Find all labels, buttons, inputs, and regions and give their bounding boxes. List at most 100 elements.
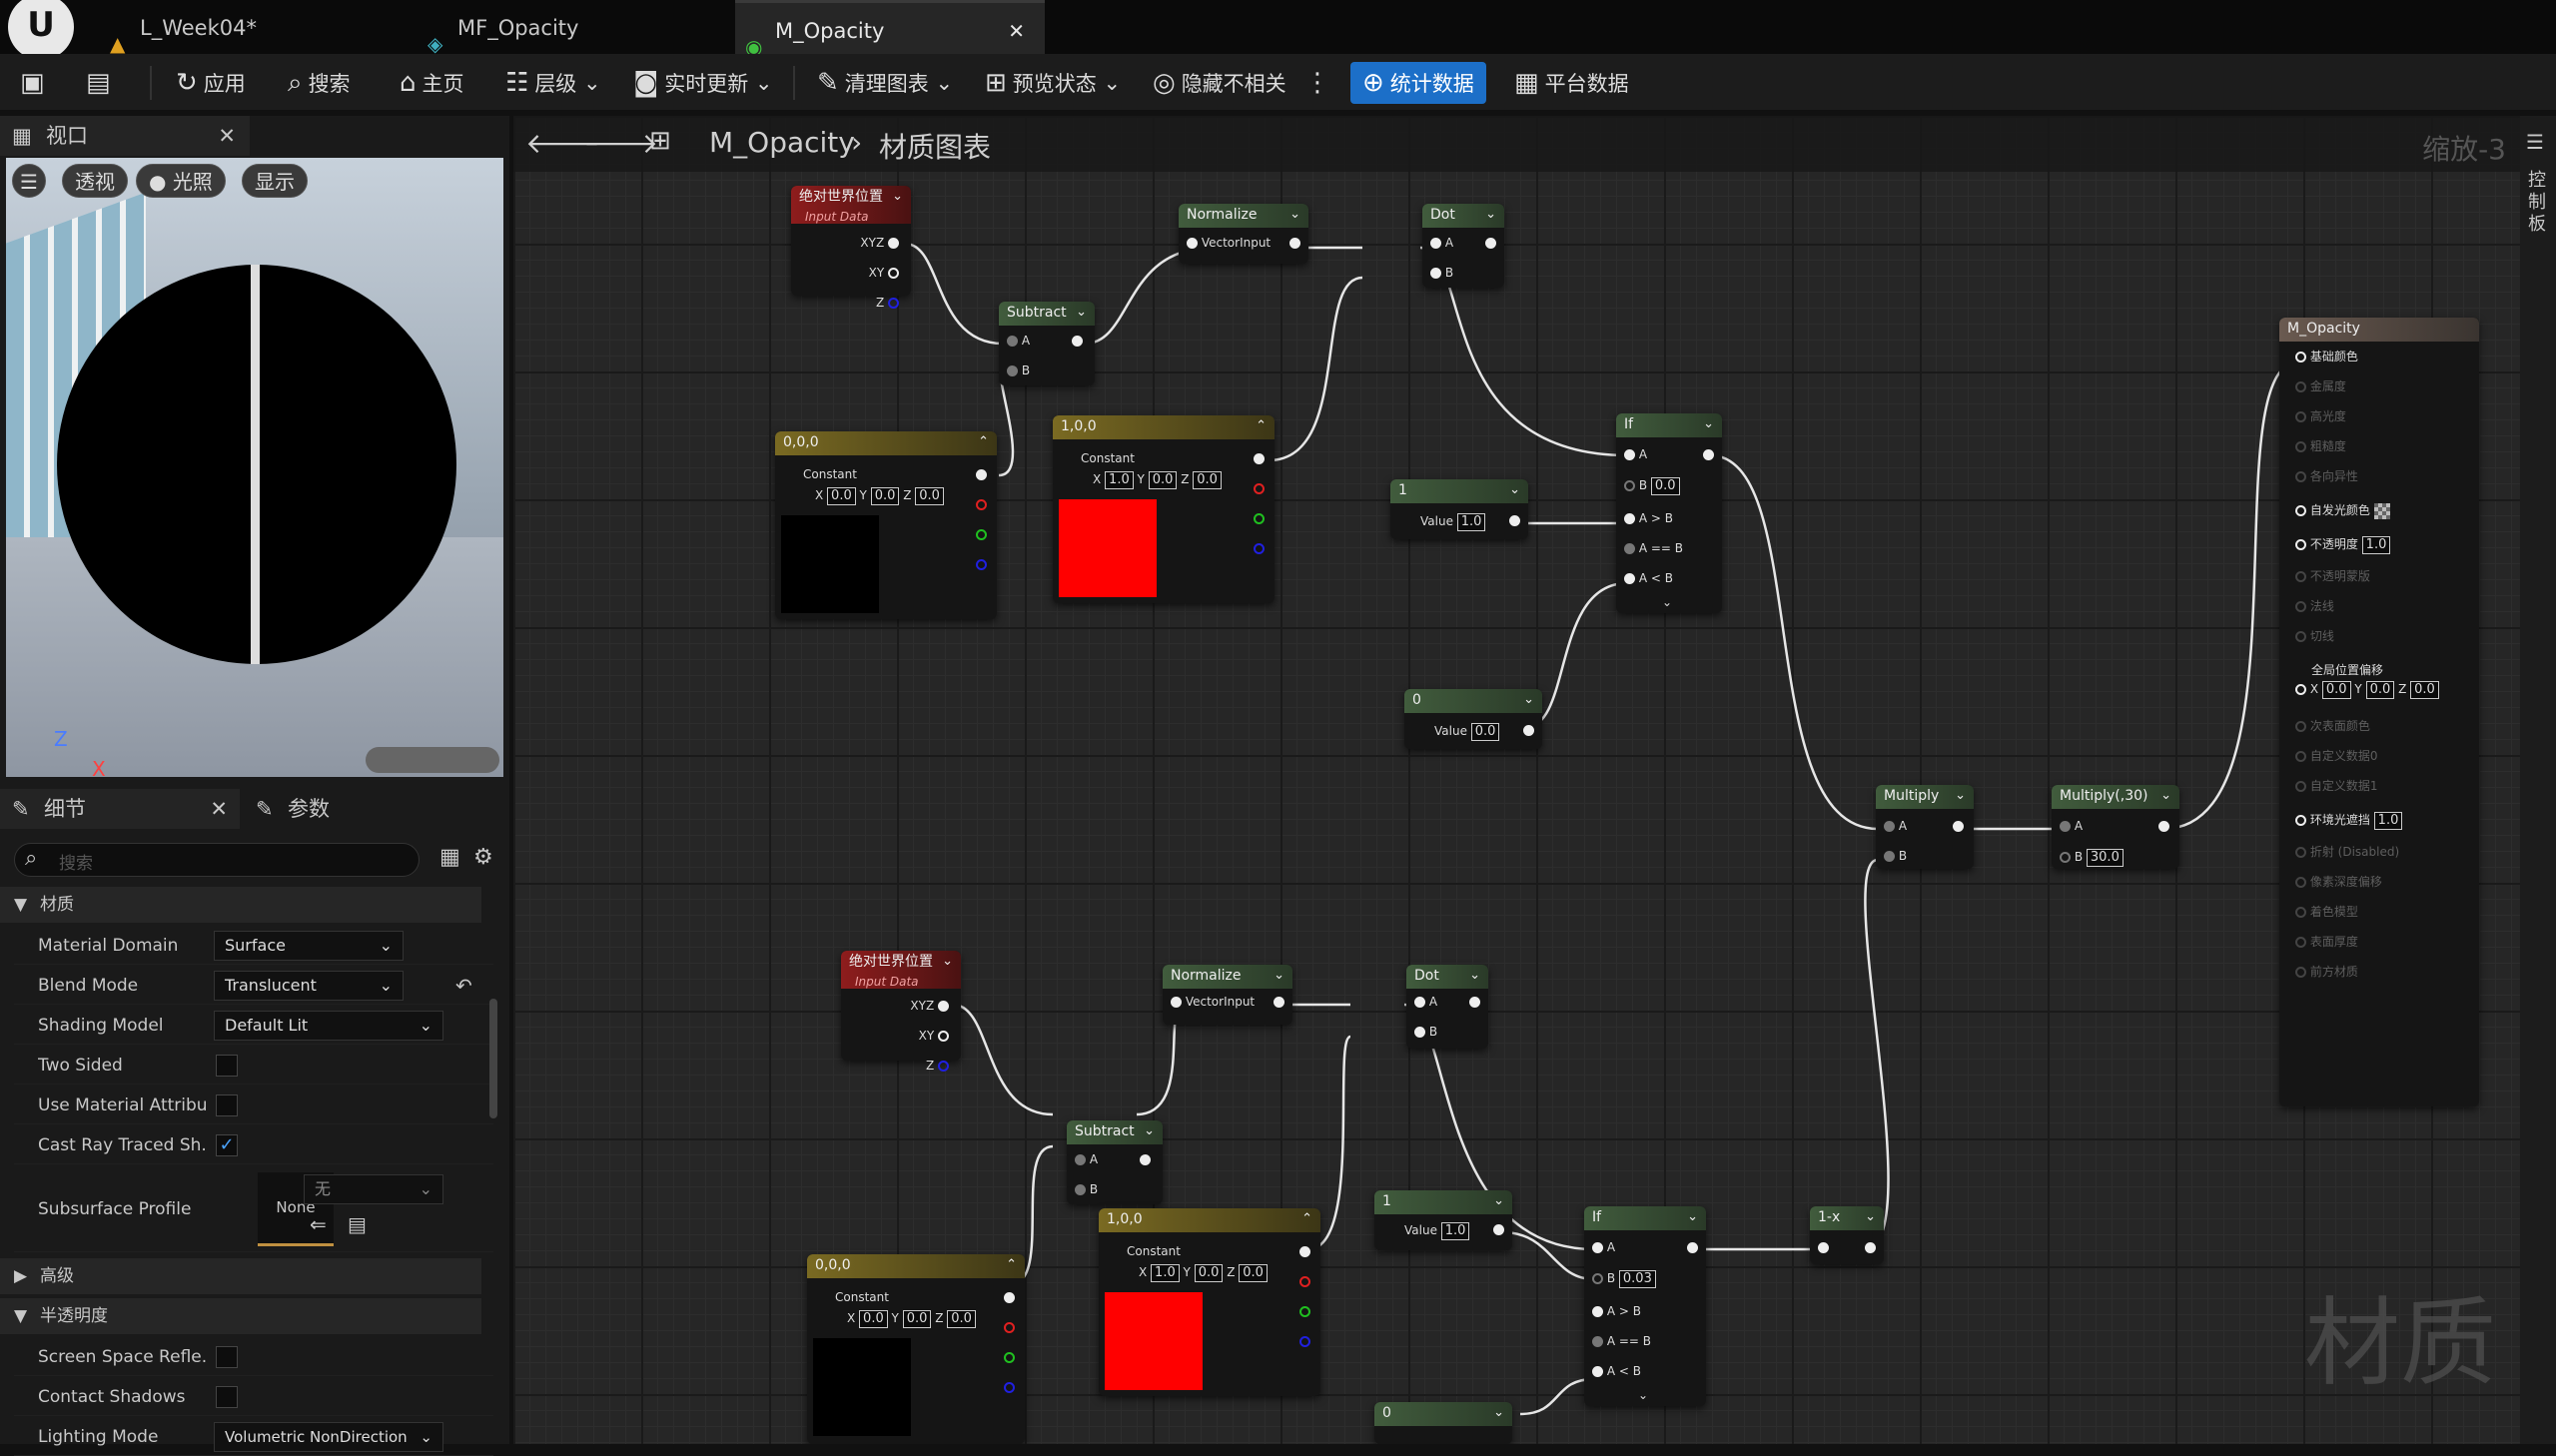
value-field[interactable]: Value 0.0 — [1434, 723, 1500, 741]
node-constant-100-2[interactable]: 1,0,0 ⌃ Constant X 1.0 Y 0.0 Z 0.0 — [1099, 1208, 1320, 1396]
pin-output[interactable] — [1509, 513, 1520, 527]
pin-b[interactable]: B — [1007, 364, 1030, 377]
pin-b[interactable]: B — [1414, 1025, 1437, 1039]
z-field[interactable]: 0.0 — [1193, 471, 1222, 489]
pin-vector-input[interactable]: VectorInput — [1171, 995, 1255, 1009]
pin-r[interactable] — [976, 497, 987, 511]
pin-output[interactable] — [1703, 447, 1714, 461]
browse-button[interactable]: ▤ — [86, 62, 117, 104]
lit-button[interactable]: ● 光照 — [136, 164, 226, 198]
node-constant-000[interactable]: 0,0,0 ⌃ Constant X 0.0 Y 0.0 Z 0.0 — [775, 431, 997, 619]
tab-mf-opacity[interactable]: ◈ MF_Opacity — [418, 0, 717, 56]
viewport-tab[interactable]: ▦ 视口 ✕ — [0, 116, 250, 156]
pin-b[interactable]: B 0.03 — [1592, 1270, 1656, 1288]
pin-output[interactable] — [1289, 236, 1300, 250]
pin-a[interactable]: A — [1075, 1152, 1098, 1166]
pin-base-color[interactable]: 基础颜色 — [2295, 348, 2358, 364]
pin-output[interactable] — [976, 467, 987, 481]
platform-stats-button[interactable]: ▦ 平台数据 — [1514, 62, 1629, 104]
pin-a[interactable]: A — [1007, 334, 1030, 348]
node-scalar-0-2[interactable]: 0 ⌄ — [1374, 1402, 1512, 1444]
pin-shading-model[interactable]: 着色模型 — [2295, 903, 2358, 920]
node-scalar-1[interactable]: 1 ⌄ Value 1.0 — [1390, 479, 1528, 539]
pin-b[interactable] — [976, 557, 987, 571]
node-normalize[interactable]: Normalize ⌄ VectorInput — [1179, 204, 1308, 264]
pin-a[interactable]: A — [1592, 1240, 1615, 1254]
pin-output[interactable] — [1299, 1244, 1310, 1258]
pin-a[interactable]: A — [1624, 447, 1647, 461]
material-preview-viewport[interactable]: ☰ 透视 ● 光照 显示 Z X — [6, 158, 503, 777]
value-box[interactable]: 1.0 — [2373, 812, 2403, 830]
pin-pixel-depth-offset[interactable]: 像素深度偏移 — [2295, 873, 2382, 890]
apply-button[interactable]: ↻ 应用 — [176, 62, 246, 104]
node-constant-000-2[interactable]: 0,0,0 ⌃ Constant X 0.0 Y 0.0 Z 0.0 — [807, 1254, 1025, 1444]
pin-r[interactable] — [1004, 1320, 1015, 1334]
pin-xy[interactable]: XY — [919, 1029, 949, 1043]
pin-r[interactable] — [1299, 1274, 1310, 1288]
details-tab[interactable]: ✎ 细节 ✕ — [0, 789, 240, 829]
browse-folder-icon[interactable]: ▤ — [348, 1210, 367, 1238]
vector-fields[interactable]: X 0.0 Y 0.0 Z 0.0 — [815, 487, 944, 505]
blend-mode-select[interactable]: Translucent ⌄ — [214, 971, 404, 1001]
pin-refraction[interactable]: 折射 (Disabled) — [2295, 843, 2399, 860]
node-subtract[interactable]: Subtract ⌄ A B — [999, 302, 1095, 385]
wpo-fields[interactable]: X 0.0 Y 0.0 Z 0.0 — [2295, 681, 2439, 699]
details-search-input[interactable]: ⌕ 搜索 — [14, 843, 420, 877]
pin-output[interactable] — [1485, 236, 1496, 250]
pin-a[interactable]: A — [1884, 819, 1907, 833]
color-swatch-icon[interactable] — [2373, 502, 2390, 519]
lighting-mode-select[interactable]: Volumetric NonDirection ⌄ — [214, 1422, 443, 1452]
pin-a-equal-b[interactable]: A == B — [1624, 541, 1683, 555]
pin-ambient-occlusion[interactable]: 环境光遮挡 1.0 — [2295, 811, 2403, 830]
tab-m-opacity[interactable]: ◉ M_Opacity ✕ — [735, 0, 1045, 59]
close-icon[interactable]: ✕ — [218, 116, 236, 156]
pin-surface-thickness[interactable]: 表面厚度 — [2295, 933, 2358, 950]
pin-a[interactable]: A — [1430, 236, 1453, 250]
pin-output[interactable] — [1254, 451, 1265, 465]
node-absolute-world-position-2[interactable]: 绝对世界位置 Input Data ⌄ XYZ XY Z — [841, 951, 961, 1073]
node-scalar-0[interactable]: 0 ⌄ Value 0.0 — [1404, 689, 1542, 749]
hide-unrelated-button[interactable]: ◎ 隐藏不相关 — [1153, 62, 1286, 104]
screen-space-reflections-checkbox[interactable] — [216, 1346, 238, 1368]
pin-b[interactable]: B — [1075, 1182, 1098, 1196]
pin-vector-input[interactable]: VectorInput — [1187, 236, 1271, 250]
pin-output[interactable] — [1865, 1240, 1876, 1254]
value-box[interactable]: 0.0 — [1470, 723, 1500, 741]
pin-tangent[interactable]: 切线 — [2295, 627, 2334, 644]
pin-front-material[interactable]: 前方材质 — [2295, 963, 2358, 980]
home-button[interactable]: ⌂ 主页 — [400, 62, 464, 104]
pin-xyz[interactable]: XYZ — [860, 236, 899, 250]
section-material[interactable]: ▼ 材质 — [0, 887, 481, 923]
viewport-menu-button[interactable]: ☰ — [12, 164, 46, 198]
pin-b[interactable]: B 30.0 — [2060, 849, 2124, 867]
y-field[interactable]: 0.0 — [1148, 471, 1178, 489]
node-material-output[interactable]: M_Opacity 基础颜色 金属度 高光度 粗糙度 各向异性 自发光颜色 不透… — [2279, 318, 2479, 1106]
pin-a[interactable]: A — [2060, 819, 2083, 833]
value-field[interactable]: Value 1.0 — [1404, 1222, 1470, 1240]
vector-fields[interactable]: X 1.0 Y 0.0 Z 0.0 — [1139, 1264, 1268, 1282]
pin-a[interactable]: A — [1414, 995, 1437, 1009]
tab-level[interactable]: ▲ L_Week04* — [100, 0, 400, 56]
close-icon[interactable]: ✕ — [1008, 3, 1025, 59]
value-box[interactable]: 0.03 — [1618, 1270, 1656, 1288]
pin-metallic[interactable]: 金属度 — [2295, 377, 2346, 394]
pin-specular[interactable]: 高光度 — [2295, 407, 2346, 424]
use-material-attributes-checkbox[interactable] — [216, 1094, 238, 1116]
pin-g[interactable] — [1254, 511, 1265, 525]
save-button[interactable]: ▣ — [20, 62, 51, 104]
pin-emissive-color[interactable]: 自发光颜色 — [2295, 501, 2390, 519]
material-graph-canvas[interactable]: 🡐 🡒 ⊞ M_Opacity › 材质图表 缩放-3 ☰ 控制板 材质 绝对世… — [513, 116, 2556, 1444]
show-button[interactable]: 显示 — [242, 164, 308, 198]
two-sided-checkbox[interactable] — [216, 1055, 238, 1077]
use-selected-icon[interactable]: ⇐ — [310, 1210, 327, 1238]
pin-b[interactable] — [1299, 1334, 1310, 1348]
z-field[interactable]: 0.0 — [2410, 681, 2439, 699]
pin-output[interactable] — [1493, 1222, 1504, 1236]
pin-g[interactable] — [1004, 1350, 1015, 1364]
pin-output[interactable] — [1004, 1290, 1015, 1304]
hierarchy-button[interactable]: ☷ 层级 ⌄ — [505, 62, 601, 104]
node-multiply[interactable]: Multiply ⌄ A B — [1876, 785, 1974, 869]
details-scrollbar[interactable] — [489, 999, 497, 1118]
pin-b[interactable]: B 0.0 — [1624, 477, 1680, 495]
value-box[interactable]: 1.0 — [1456, 513, 1486, 531]
